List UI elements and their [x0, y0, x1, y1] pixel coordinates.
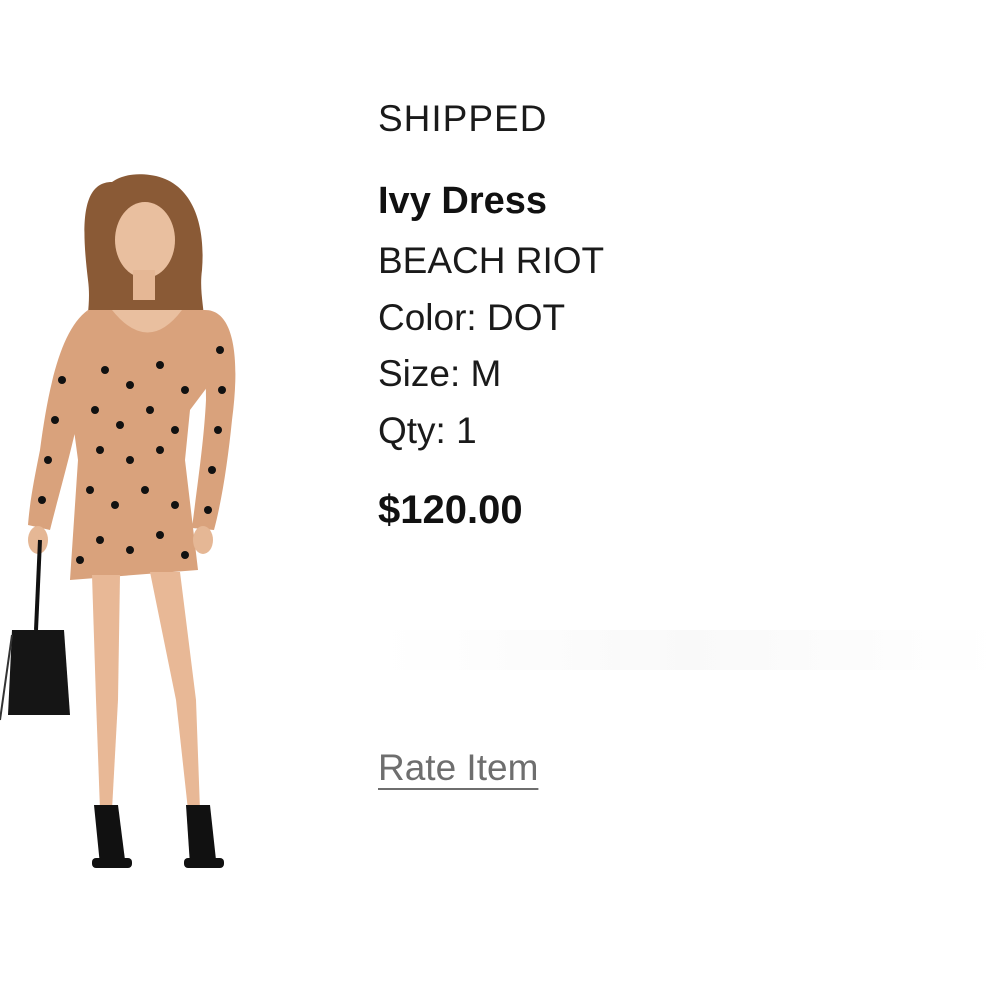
product-quantity: Qty: 1	[378, 410, 477, 451]
faded-overlay-bar	[380, 630, 1000, 670]
product-brand: BEACH RIOT	[378, 240, 605, 281]
product-price: $120.00	[378, 488, 523, 532]
product-name: Ivy Dress	[378, 180, 548, 222]
product-image	[0, 160, 260, 910]
product-color: Color: DOT	[378, 297, 566, 338]
shipping-status: SHIPPED	[378, 98, 548, 139]
rate-item-link[interactable]: Rate Item	[378, 747, 538, 789]
product-size: Size: M	[378, 353, 502, 394]
